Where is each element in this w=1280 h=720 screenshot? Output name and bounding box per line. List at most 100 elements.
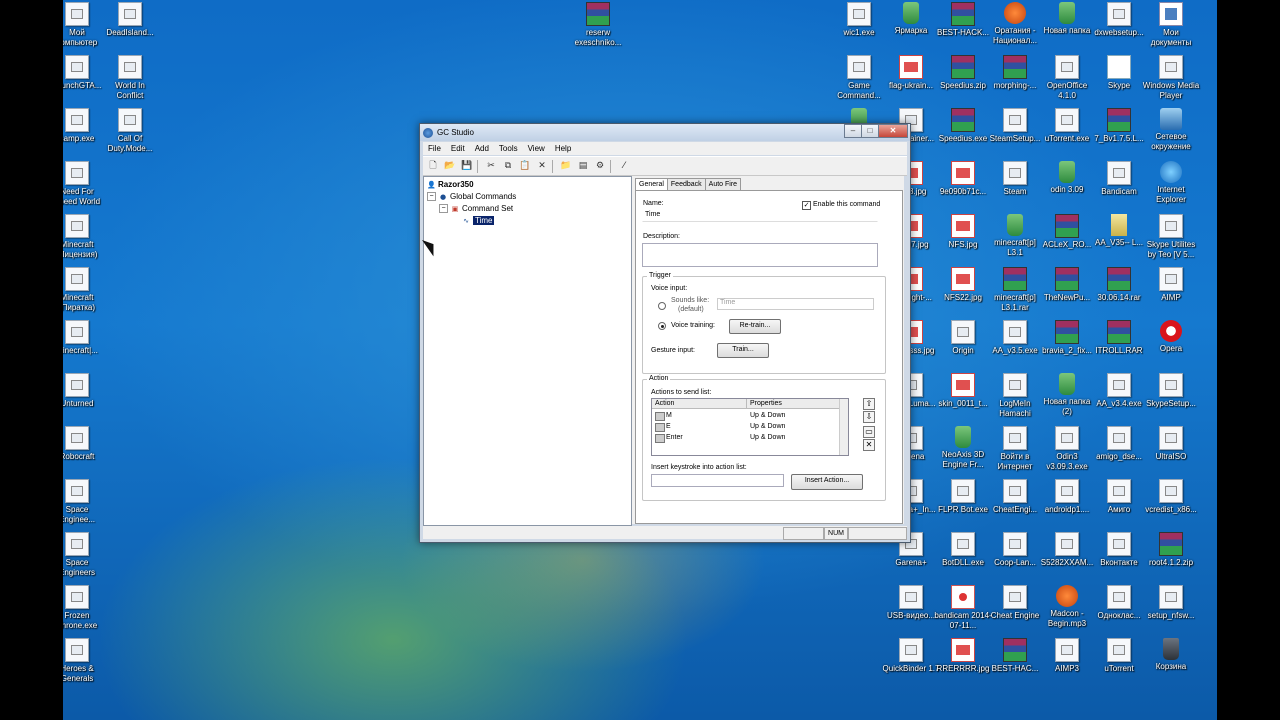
desktop-icon[interactable]: flag-ukrain... <box>882 55 940 91</box>
desktop-icon[interactable]: minecraft[p] L3.1.rar <box>986 267 1044 313</box>
menu-add[interactable]: Add <box>470 144 494 153</box>
desktop-icon[interactable]: 9e090b71c... <box>934 161 992 197</box>
desktop-icon[interactable]: CheatEngi... <box>986 479 1044 515</box>
actions-scrollbar[interactable] <box>839 399 848 455</box>
menu-view[interactable]: View <box>523 144 550 153</box>
desktop-icon[interactable]: NFS22.jpg <box>934 267 992 303</box>
train-button[interactable]: Train... <box>717 343 769 358</box>
action-row[interactable]: E Up & Down <box>652 421 840 432</box>
desktop-icon[interactable]: Madcon - Begin.mp3 <box>1038 585 1096 629</box>
action-row[interactable]: M Up & Down <box>652 410 840 421</box>
desktop-icon[interactable]: Вконтакте <box>1090 532 1148 568</box>
desktop-icon[interactable]: samp.exe <box>63 108 106 144</box>
desktop-icon[interactable]: SkypeSetup... <box>1142 373 1200 409</box>
desktop-icon[interactable]: Origin <box>934 320 992 356</box>
move-down-icon[interactable]: ⇩ <box>863 411 875 423</box>
desktop-icon[interactable]: AIMP <box>1142 267 1200 303</box>
desktop-icon[interactable]: Internet Explorer <box>1142 161 1200 205</box>
voice-training-radio[interactable] <box>658 322 666 330</box>
desktop-icon[interactable]: NeoAxis 3D Engine Fr... <box>934 426 992 470</box>
desktop-icon[interactable]: minecraft[p] L3.1 <box>986 214 1044 258</box>
desktop-icon[interactable]: Speedius.zip <box>934 55 992 91</box>
tab-general[interactable]: General <box>635 178 668 190</box>
tree-node-global[interactable]: − ● Global Commands <box>427 192 516 201</box>
delete-icon[interactable]: ✕ <box>535 159 549 173</box>
desktop-icon[interactable]: NFS.jpg <box>934 214 992 250</box>
desktop-icon[interactable]: LaunchGTA... <box>63 55 106 91</box>
desktop-icon[interactable]: Heroes & Generals <box>63 638 106 684</box>
desktop-icon[interactable]: QuickBinder 1.7 <box>882 638 940 674</box>
desktop-icon[interactable]: Minecraft (Лицензия) <box>63 214 106 260</box>
tree-node-command[interactable]: ∿ Time <box>462 216 495 225</box>
desktop-icon[interactable]: FLPR Bot.exe <box>934 479 992 515</box>
wand-icon[interactable]: ⁄ <box>617 159 631 173</box>
desktop-icon[interactable]: BEST-HACK... <box>934 2 992 38</box>
desktop-icon[interactable]: Сетевое окружение <box>1142 108 1200 152</box>
desktop-icon[interactable]: Skype Utilites by Teo [V 5... <box>1142 214 1200 260</box>
sounds-like-radio[interactable] <box>658 302 666 310</box>
desktop-icon[interactable]: Новая папка <box>1038 2 1096 36</box>
close-button[interactable]: ✕ <box>878 124 908 138</box>
desktop-icon[interactable]: ITROLL.RAR <box>1090 320 1148 356</box>
menu-edit[interactable]: Edit <box>446 144 470 153</box>
desktop-icon[interactable]: Новая папка (2) <box>1038 373 1096 417</box>
desktop-icon[interactable]: uTorrent.exe <box>1038 108 1096 144</box>
desktop-icon[interactable]: Ярмарка <box>882 2 940 36</box>
desktop-icon[interactable]: RRERRRR.jpg <box>934 638 992 674</box>
desktop-icon[interactable]: Coop-Lan... <box>986 532 1044 568</box>
desktop-icon[interactable]: OpenOffice 4.1.0 <box>1038 55 1096 101</box>
desktop-icon[interactable]: amigo_dse... <box>1090 426 1148 462</box>
gc-studio-window[interactable]: GC Studio – □ ✕ File Edit Add Tools View… <box>419 123 911 543</box>
desktop-icon[interactable]: Bandicam <box>1090 161 1148 197</box>
properties-icon[interactable]: ▤ <box>576 159 590 173</box>
desktop-icon[interactable]: uTorrent <box>1090 638 1148 674</box>
save-icon[interactable]: 💾 <box>460 159 474 173</box>
desktop-icon[interactable]: Opera <box>1142 320 1200 354</box>
actions-list[interactable]: Action Properties M Up & Down E Up & Down En… <box>651 398 849 456</box>
delete-action-icon[interactable]: ✕ <box>863 439 875 451</box>
description-field[interactable] <box>642 243 878 267</box>
desktop-icon[interactable]: Need For Speed World <box>63 161 106 207</box>
desktop-icon[interactable]: odin 3.09 <box>1038 161 1096 195</box>
folder-icon[interactable]: 📁 <box>559 159 573 173</box>
desktop-icon[interactable]: Skype <box>1090 55 1148 91</box>
menu-file[interactable]: File <box>423 144 446 153</box>
maximize-button[interactable]: □ <box>861 124 879 138</box>
menu-tools[interactable]: Tools <box>494 144 523 153</box>
open-icon[interactable]: 📂 <box>443 159 457 173</box>
desktop-icon[interactable]: Game Command... <box>830 55 888 101</box>
paste-icon[interactable]: 📋 <box>518 159 532 173</box>
desktop-icon[interactable]: bandicam 2014-07-11... <box>934 585 992 631</box>
action-row[interactable]: Enter Up & Down <box>652 432 840 443</box>
desktop-icon[interactable]: setup_nfsw... <box>1142 585 1200 621</box>
desktop-icon[interactable]: Odin3 v3.09.3.exe <box>1038 426 1096 472</box>
desktop-icon[interactable]: Unturned <box>63 373 106 409</box>
desktop-icon[interactable]: bravia_2_fix... <box>1038 320 1096 356</box>
desktop-icon[interactable]: SteamSetup... <box>986 108 1044 144</box>
copy-icon[interactable]: ⧉ <box>501 159 515 173</box>
desktop-icon[interactable]: S5282XXAM... <box>1038 532 1096 568</box>
desktop-icon[interactable]: UltraISO <box>1142 426 1200 462</box>
minimize-button[interactable]: – <box>844 124 862 138</box>
desktop-icon[interactable]: 7_Bv1.7.5.L... <box>1090 108 1148 144</box>
desktop-icon[interactable]: USB-видео... <box>882 585 940 621</box>
collapse-icon[interactable]: − <box>427 192 436 201</box>
desktop-icon[interactable]: androidp1.... <box>1038 479 1096 515</box>
tab-auto-fire[interactable]: Auto Fire <box>704 178 742 190</box>
desktop-icon[interactable]: AIMP3 <box>1038 638 1096 674</box>
desktop-icon[interactable]: AA_v3.5.exe <box>986 320 1044 356</box>
desktop-icon[interactable]: Мои документы <box>1142 2 1200 48</box>
desktop-icon[interactable]: Оратания - Национал... <box>986 2 1044 46</box>
tree-node-user[interactable]: 👤 Razor350 <box>427 180 474 189</box>
desktop-icon[interactable]: 30.06.14.rar <box>1090 267 1148 303</box>
desktop-icon[interactable]: skin_0011_t... <box>934 373 992 409</box>
cut-icon[interactable]: ✂ <box>484 159 498 173</box>
menu-help[interactable]: Help <box>550 144 576 153</box>
tree-node-set[interactable]: − ▣ Command Set <box>439 204 513 213</box>
settings-icon[interactable]: ⚙ <box>593 159 607 173</box>
desktop-icon[interactable]: morphing-... <box>986 55 1044 91</box>
column-header-action[interactable]: Action <box>652 399 747 409</box>
desktop-icon[interactable]: vcredist_x86... <box>1142 479 1200 515</box>
desktop-icon[interactable]: root4.1.2.zip <box>1142 532 1200 568</box>
command-tree[interactable]: 👤 Razor350 − ● Global Commands − ▣ Comma… <box>423 176 632 526</box>
